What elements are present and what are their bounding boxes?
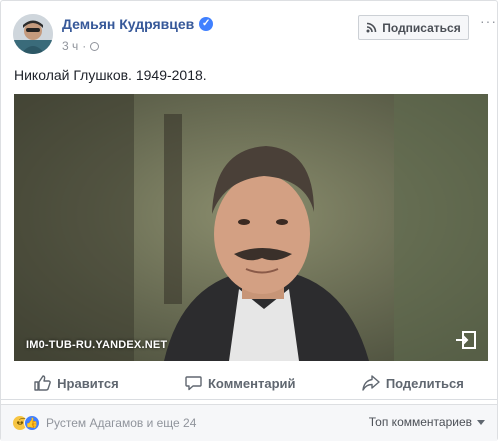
- like-reaction-icon: 👍: [24, 415, 40, 431]
- rss-icon: [366, 22, 377, 33]
- share-button[interactable]: Поделиться: [362, 375, 464, 391]
- more-options-icon[interactable]: ···: [480, 14, 497, 28]
- author-avatar[interactable]: [13, 14, 53, 54]
- privacy-globe-icon[interactable]: [90, 41, 100, 51]
- reaction-summary[interactable]: •̵͡• 👍 Рустем Адагамов и еще 24: [12, 415, 196, 431]
- post-photo[interactable]: IM0-TUB-RU.YANDEX.NET: [14, 94, 488, 361]
- expand-icon[interactable]: [455, 330, 477, 350]
- comment-button[interactable]: Комментарий: [185, 375, 296, 391]
- reaction-names[interactable]: Рустем Адагамов и еще 24: [46, 416, 196, 430]
- comment-bubble-icon: [185, 376, 202, 391]
- comment-label: Комментарий: [207, 375, 296, 391]
- post-actions-bar: Нравится Комментарий Поделиться: [1, 367, 497, 400]
- photo-watermark: IM0-TUB-RU.YANDEX.NET: [26, 339, 168, 351]
- caret-down-icon: [477, 419, 485, 425]
- author-name[interactable]: Демьян Кудрявцев: [62, 16, 194, 32]
- like-button[interactable]: Нравится: [34, 375, 119, 391]
- post-text: Николай Глушков. 1949-2018.: [14, 67, 207, 83]
- subscribe-button[interactable]: Подписаться: [358, 15, 469, 40]
- sort-label: Топ комментариев: [368, 415, 472, 429]
- comment-sort-dropdown[interactable]: Топ комментариев: [369, 415, 485, 429]
- post-meta: 3 ч ·: [62, 39, 100, 53]
- share-arrow-icon: [362, 375, 380, 391]
- author-line: Демьян Кудрявцев ✓: [62, 16, 214, 32]
- verified-badge-icon: ✓: [199, 17, 214, 31]
- post-card: Демьян Кудрявцев ✓ 3 ч · Подписаться ···…: [0, 0, 498, 441]
- share-label: Поделиться: [385, 375, 464, 391]
- reactions-bar: •̵͡• 👍 Рустем Адагамов и еще 24 Топ комм…: [1, 404, 497, 441]
- thumbs-up-icon: [34, 375, 51, 391]
- meta-separator: ·: [82, 39, 87, 53]
- subscribe-label: Подписаться: [382, 20, 461, 35]
- like-label: Нравится: [57, 375, 119, 391]
- post-time[interactable]: 3 ч: [62, 39, 78, 53]
- photo-image: [14, 94, 488, 361]
